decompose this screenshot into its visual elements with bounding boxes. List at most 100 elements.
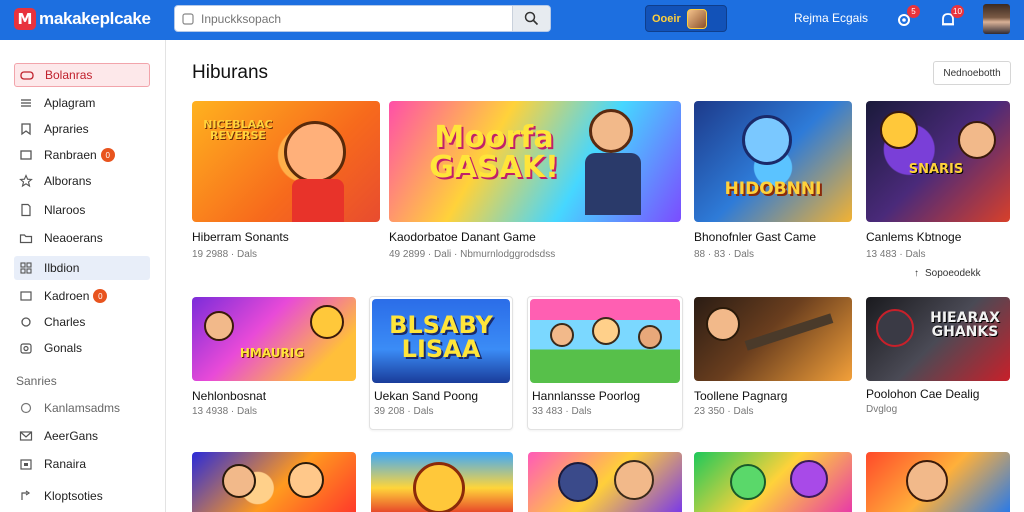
game-title[interactable]: Hannlansse Poorlog (532, 389, 640, 403)
character-art (880, 111, 918, 149)
character-art (310, 305, 344, 339)
sidebar-item-label: Apraries (44, 122, 89, 136)
game-thumbnail (866, 452, 1010, 512)
game-card[interactable]: Toollene Pagnarg 23 350 · Dals (694, 297, 852, 417)
game-card[interactable]: HMAURIG Nehlonbosnat 13 4938 · Dals (192, 297, 356, 417)
sidebar-item-4[interactable]: Alborans (14, 169, 150, 193)
game-title[interactable]: Nehlonbosnat (192, 389, 266, 403)
sidebar: Bolanras Aplagram Apraries Ranbraen 0 Al… (0, 40, 166, 512)
game-card[interactable] (371, 452, 513, 512)
sidebar-item-3[interactable]: Ranbraen 0 (14, 143, 150, 167)
game-title[interactable]: Hiberram Sonants (192, 230, 289, 244)
notifications-badge: 5 (907, 5, 920, 18)
app-logo[interactable]: M makakeplcake (14, 8, 151, 30)
game-thumbnail (694, 452, 852, 512)
game-title[interactable]: Toollene Pagnarg (694, 389, 787, 403)
sidebar-section-item-1[interactable]: AeerGans (14, 424, 150, 448)
search-field-icon (175, 6, 201, 31)
character-art (706, 307, 740, 341)
sidebar-section-item-0[interactable]: Kanlamsadms (14, 396, 150, 420)
header-link-1[interactable]: Rejma (794, 11, 829, 25)
sidebar-item-0[interactable]: Bolanras (14, 63, 150, 87)
coins-label: Ooeir (652, 12, 681, 25)
game-card[interactable] (694, 452, 852, 512)
coins-button[interactable]: Ooeir (645, 5, 727, 32)
game-title[interactable]: Kaodorbatoe Danant Game (389, 230, 536, 244)
game-card[interactable]: BLSABY LISAA Uekan Sand Poong 39 208 · D… (369, 296, 513, 430)
game-title[interactable]: Poolohon Cae Dealig (866, 387, 979, 401)
sidebar-item-10[interactable]: Gonals (14, 336, 150, 360)
sidebar-section-item-2[interactable]: Ranaira (14, 452, 150, 476)
game-card[interactable]: HIDOBNNI Bhonofnler Gast Came 88 · 83 · … (694, 101, 852, 261)
sidebar-item-5[interactable]: Nlaroos (14, 198, 150, 222)
download-icon (18, 147, 34, 163)
user-avatar[interactable] (983, 4, 1010, 34)
game-meta: 19 2988 · Dals (192, 249, 258, 260)
game-thumbnail (192, 452, 356, 512)
character-art (876, 309, 914, 347)
game-card[interactable]: NICEBLAAC REVERSE Hiberram Sonants 19 29… (192, 101, 380, 261)
game-thumbnail: HIDOBNNI (694, 101, 852, 222)
game-thumbnail: NICEBLAAC REVERSE (192, 101, 380, 222)
grid-icon (18, 260, 34, 276)
game-meta: 23 350 · Dals (694, 406, 754, 417)
character-art (592, 317, 620, 345)
sidebar-badge: 0 (93, 289, 108, 303)
mail-icon (18, 428, 34, 444)
game-meta: 39 208 · Dals (374, 406, 434, 417)
search-input[interactable] (201, 11, 512, 26)
game-thumbnail: BLSABY LISAA (372, 299, 510, 383)
game-card[interactable] (528, 452, 682, 512)
game-card[interactable]: HIEARAX GHANKS Poolohon Cae Dealig Dvglo… (866, 297, 1010, 415)
game-card[interactable]: SNARIS Canlems Kbtnoge 13 483 · Dals (866, 101, 1010, 261)
sidebar-item-7[interactable]: Ilbdion (14, 256, 150, 280)
sidebar-item-6[interactable]: Neaoerans (14, 226, 150, 250)
search-button[interactable] (512, 6, 550, 31)
sidebar-item-9[interactable]: Charles (14, 310, 150, 334)
game-title[interactable]: Uekan Sand Poong (374, 389, 478, 403)
sidebar-item-2[interactable]: Apraries (14, 117, 150, 141)
game-card[interactable]: Moorfa GASAK! Kaodorbatoe Danant Game 49… (389, 101, 681, 261)
character-art (638, 325, 662, 349)
star-icon (18, 173, 34, 189)
game-title[interactable]: Bhonofnler Gast Came (694, 230, 816, 244)
arrow-up-icon: ↑ (914, 268, 919, 279)
sidebar-item-label: Aplagram (44, 96, 96, 110)
thumbnail-art-text: HIDOBNNI (724, 179, 822, 199)
game-card[interactable] (866, 452, 1010, 512)
alerts-button[interactable]: 10 (935, 5, 964, 33)
game-thumbnail (530, 299, 680, 383)
sidebar-item-label: Kadroen (44, 289, 90, 303)
game-card[interactable]: Hannlansse Poorlog 33 483 · Dals (527, 296, 683, 430)
sidebar-item-label: Ranbraen (44, 148, 97, 162)
sidebar-badge: 0 (100, 148, 115, 162)
thumbnail-art-text: Moorfa GASAK! (429, 120, 559, 185)
game-thumbnail (694, 297, 852, 381)
character-body-art (585, 153, 641, 215)
game-card[interactable] (192, 452, 356, 512)
game-title[interactable]: Canlems Kbtnoge (866, 230, 961, 244)
top-bar: M makakeplcake Ooeir Rejma Ecgais 5 10 (0, 0, 1024, 40)
sidebar-item-label: Nlaroos (44, 203, 86, 217)
game-meta: 33 483 · Dals (532, 406, 592, 417)
sidebar-item-1[interactable]: Aplagram (14, 91, 150, 115)
sidebar-section-item-3[interactable]: Kloptsoties (14, 484, 150, 508)
folder-icon (18, 230, 34, 246)
thumbnail-art-text: HMAURIG (239, 346, 305, 360)
game-meta: 49 2899 · Dali · Nbmurnlodggrodsdss (389, 249, 556, 260)
character-art (558, 462, 598, 502)
character-art (906, 460, 948, 502)
sidebar-item-label: Alborans (44, 174, 92, 188)
sidebar-item-8[interactable]: Kadroen 0 (14, 284, 150, 308)
header-link-2[interactable]: Ecgais (832, 11, 868, 25)
thumbnail-art-text: BLSABY LISAA (389, 311, 493, 363)
upgrade-link[interactable]: ↑ Sopoeodekk (914, 268, 981, 279)
game-thumbnail: SNARIS (866, 101, 1010, 222)
notifications-button[interactable]: 5 (891, 5, 920, 33)
sort-dropdown[interactable]: Nednoebotth (933, 61, 1011, 85)
game-thumbnail (528, 452, 682, 512)
game-meta: 13 483 · Dals (866, 249, 926, 260)
share-icon (18, 488, 34, 504)
character-art (958, 121, 996, 159)
document-icon (18, 202, 34, 218)
